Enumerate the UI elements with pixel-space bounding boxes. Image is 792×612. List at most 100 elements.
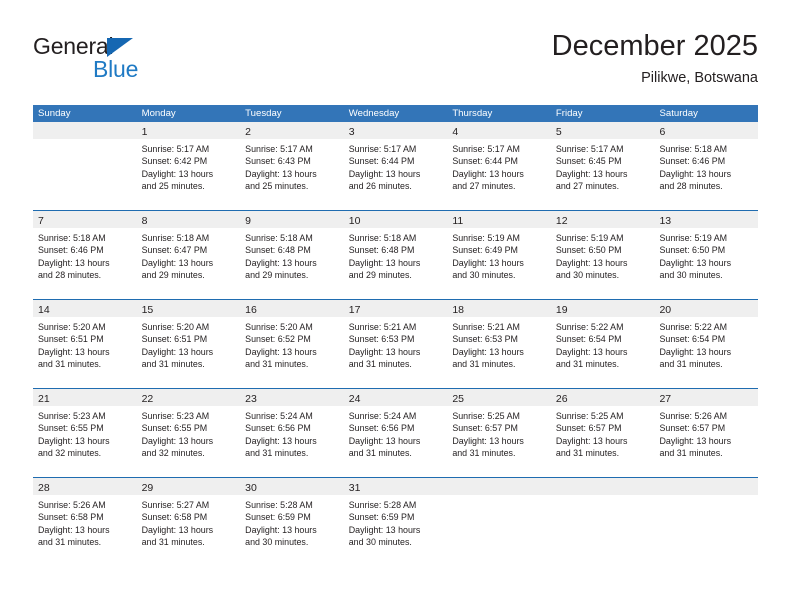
day-number-band [550,478,655,495]
brand-logo[interactable]: General Blue [33,33,193,89]
day-detail-line: Sunrise: 5:22 AM [555,322,624,332]
day-number: 11 [452,215,464,227]
day-details: Sunrise: 5:26 AM Sunset: 6:58 PM Daylight:… [33,495,137,549]
day-number-band [33,122,137,139]
day-number: 2 [245,126,251,138]
day-detail-line: Sunset: 6:44 PM [452,156,518,167]
calendar-weeks: 1 Sunrise: 5:17 AM Sunset: 6:42 PM Daylight… [33,122,759,566]
day-number: 28 [38,482,50,494]
day-cell[interactable]: 27 Sunrise: 5:26 AM Sunset: 6:57 PM Dayligh… [654,389,759,477]
day-details: Sunrise: 5:17 AM Sunset: 6:42 PM Daylight:… [137,139,241,193]
day-detail-line: Sunset: 6:50 PM [555,245,622,256]
day-detail-line: and 31 minutes. [348,359,412,370]
day-number-band: 20 [654,300,759,317]
day-cell[interactable]: 14 Sunrise: 5:20 AM Sunset: 6:51 PM Dayligh… [33,300,137,388]
day-detail-line: and 31 minutes. [38,359,102,370]
day-detail-line: Sunrise: 5:18 AM [245,233,313,243]
weekday-header-tuesday: Tuesday [245,108,282,119]
day-number: 16 [245,304,257,316]
day-cell[interactable]: 10 Sunrise: 5:18 AM Sunset: 6:48 PM Dayligh… [343,211,448,299]
day-cell[interactable]: 31 Sunrise: 5:28 AM Sunset: 6:59 PM Dayligh… [343,478,448,566]
day-number: 22 [141,393,154,405]
day-details: Sunrise: 5:23 AM Sunset: 6:55 PM Daylight:… [33,406,137,460]
day-number: 3 [348,126,355,138]
day-details: Sunrise: 5:28 AM Sunset: 6:59 PM Daylight:… [344,495,448,549]
day-detail-line: and 30 minutes. [452,270,516,281]
day-number: 15 [141,304,154,316]
day-cell[interactable]: 22 Sunrise: 5:23 AM Sunset: 6:55 PM Dayligh… [136,389,241,477]
day-details: Sunrise: 5:17 AM Sunset: 6:44 PM Daylight:… [344,139,448,193]
day-cell[interactable]: 12 Sunrise: 5:19 AM Sunset: 6:50 PM Dayligh… [550,211,655,299]
day-details: Sunrise: 5:20 AM Sunset: 6:51 PM Daylight:… [137,317,241,371]
day-detail-line: Sunrise: 5:28 AM [348,500,417,510]
day-cell[interactable]: 15 Sunrise: 5:20 AM Sunset: 6:51 PM Dayligh… [136,300,241,388]
day-number-band: 23 [240,389,344,406]
day-cell[interactable]: 28 Sunrise: 5:26 AM Sunset: 6:58 PM Dayligh… [33,478,137,566]
day-detail-line: and 29 minutes. [245,270,309,281]
day-detail-line: and 31 minutes. [141,537,205,548]
day-number-band: 29 [136,478,241,495]
day-cell[interactable]: 19 Sunrise: 5:22 AM Sunset: 6:54 PM Dayligh… [550,300,655,388]
day-cell[interactable]: 8 Sunrise: 5:18 AM Sunset: 6:47 PM Daylight… [136,211,241,299]
day-cell[interactable]: 24 Sunrise: 5:24 AM Sunset: 6:56 PM Dayligh… [343,389,448,477]
day-cell[interactable]: 2 Sunrise: 5:17 AM Sunset: 6:43 PM Daylight… [240,122,344,210]
day-detail-line: Sunrise: 5:17 AM [141,144,210,154]
day-cell[interactable]: 30 Sunrise: 5:28 AM Sunset: 6:59 PM Dayligh… [240,478,344,566]
day-cell[interactable]: 4 Sunrise: 5:17 AM Sunset: 6:44 PM Daylight… [447,122,551,210]
day-details: Sunrise: 5:17 AM Sunset: 6:44 PM Daylight:… [447,139,551,193]
day-detail-line: Sunset: 6:44 PM [348,156,415,167]
calendar-grid: Sunday Monday Tuesday Wednesday Thursday Frid… [33,105,759,566]
day-cell[interactable]: 13 Sunrise: 5:19 AM Sunset: 6:50 PM Dayligh… [654,211,759,299]
day-cell[interactable]: 20 Sunrise: 5:22 AM Sunset: 6:54 PM Dayligh… [654,300,759,388]
day-cell[interactable]: 25 Sunrise: 5:25 AM Sunset: 6:57 PM Dayligh… [447,389,551,477]
day-cell[interactable]: 7 Sunrise: 5:18 AM Sunset: 6:46 PM Daylight… [33,211,137,299]
calendar-week-row: 1 Sunrise: 5:17 AM Sunset: 6:42 PM Daylight… [33,122,759,210]
day-cell[interactable]: 23 Sunrise: 5:24 AM Sunset: 6:56 PM Dayligh… [240,389,344,477]
day-cell[interactable]: 17 Sunrise: 5:21 AM Sunset: 6:53 PM Dayligh… [343,300,448,388]
day-number-band: 5 [550,122,655,139]
day-cell[interactable]: 6 Sunrise: 5:18 AM Sunset: 6:46 PM Daylight… [654,122,759,210]
day-number-band: 10 [343,211,448,228]
day-cell[interactable]: 18 Sunrise: 5:21 AM Sunset: 6:53 PM Dayligh… [447,300,551,388]
day-number: 14 [38,304,50,316]
day-cell[interactable]: 11 Sunrise: 5:19 AM Sunset: 6:49 PM Dayligh… [447,211,551,299]
day-number-band: 21 [33,389,137,406]
day-detail-line: and 28 minutes. [38,270,102,281]
day-detail-line: Sunrise: 5:26 AM [659,411,728,421]
day-cell[interactable]: 1 Sunrise: 5:17 AM Sunset: 6:42 PM Daylight… [136,122,241,210]
day-cell[interactable]: 3 Sunrise: 5:17 AM Sunset: 6:44 PM Daylight… [343,122,448,210]
day-detail-line: Daylight: 13 hours [555,435,628,446]
day-number: 8 [141,215,148,227]
day-number: 30 [245,482,257,494]
day-details: Sunrise: 5:22 AM Sunset: 6:54 PM Daylight:… [551,317,655,371]
day-detail-line: Sunrise: 5:17 AM [555,144,624,154]
day-detail-line: and 30 minutes. [245,537,309,548]
day-detail-line: Sunset: 6:53 PM [348,334,415,345]
day-detail-line: and 31 minutes. [245,359,309,370]
day-cell[interactable]: 29 Sunrise: 5:27 AM Sunset: 6:58 PM Dayligh… [136,478,241,566]
day-detail-line: Sunrise: 5:19 AM [659,233,728,243]
day-detail-line: Sunrise: 5:21 AM [452,322,520,332]
day-detail-line: and 31 minutes. [555,359,620,370]
day-detail-line: and 30 minutes. [555,270,620,281]
day-detail-line: Daylight: 13 hours [452,435,524,446]
day-cell[interactable]: 5 Sunrise: 5:17 AM Sunset: 6:45 PM Daylight… [550,122,655,210]
weekday-header-sunday: Sunday [38,108,71,119]
day-detail-line: Daylight: 13 hours [141,435,214,446]
day-details: Sunrise: 5:24 AM Sunset: 6:56 PM Daylight:… [240,406,344,460]
page-header: General Blue December 2025 Pilikwe, Bots… [33,28,758,96]
day-cell[interactable]: 26 Sunrise: 5:25 AM Sunset: 6:57 PM Dayligh… [550,389,655,477]
day-detail-line: Sunrise: 5:18 AM [348,233,417,243]
day-number-band: 26 [550,389,655,406]
day-detail-line: Sunset: 6:52 PM [245,334,311,345]
weekday-header-row: Sunday Monday Tuesday Wednesday Thursday Frid… [33,105,758,122]
day-cell[interactable]: 9 Sunrise: 5:18 AM Sunset: 6:48 PM Daylight… [240,211,344,299]
day-detail-line: and 31 minutes. [452,359,516,370]
day-number: 20 [659,304,672,316]
day-cell[interactable]: 21 Sunrise: 5:23 AM Sunset: 6:55 PM Dayligh… [33,389,137,477]
day-detail-line: and 31 minutes. [245,448,309,459]
day-details: Sunrise: 5:17 AM Sunset: 6:45 PM Daylight:… [551,139,655,193]
day-detail-line: Sunrise: 5:24 AM [245,411,313,421]
day-cell[interactable]: 16 Sunrise: 5:20 AM Sunset: 6:52 PM Dayligh… [240,300,344,388]
day-detail-line: and 25 minutes. [245,181,309,192]
